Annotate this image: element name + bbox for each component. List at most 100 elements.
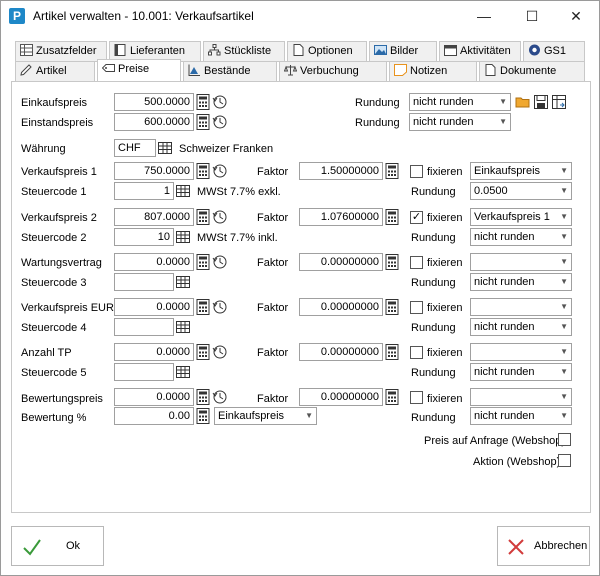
price-row-fixieren-checkbox[interactable]: ✓ (410, 211, 423, 224)
price-row-value-input[interactable]: 0.0000 (114, 343, 194, 361)
calculator-icon[interactable] (195, 93, 211, 111)
einkaufspreis-label: Einkaufspreis (21, 97, 88, 109)
einstandspreis-input[interactable]: 600.0000 (114, 113, 194, 131)
calculator-icon[interactable] (384, 253, 400, 271)
calculator-icon[interactable] (384, 208, 400, 226)
history-icon[interactable] (212, 343, 228, 361)
calculator-icon[interactable] (384, 162, 400, 180)
tab-notizen[interactable]: Notizen (389, 61, 477, 82)
steuercode-input[interactable]: 1 (114, 182, 174, 200)
price-row-fixieren-checkbox[interactable] (410, 256, 423, 269)
bewertungspreis-faktor-input[interactable]: 0.00000000 (299, 388, 383, 406)
price-row-value-input[interactable]: 0.0000 (114, 253, 194, 271)
history-icon[interactable] (212, 388, 228, 406)
ok-button[interactable]: Ok (11, 526, 104, 566)
lookup-table-icon[interactable] (175, 228, 191, 246)
price-row-fix-ref-select[interactable]: Verkaufspreis 1 ▼ (470, 208, 572, 226)
calculator-icon[interactable] (384, 388, 400, 406)
price-row-fixieren-checkbox[interactable] (410, 346, 423, 359)
price-row-fixieren-checkbox[interactable] (410, 165, 423, 178)
history-icon[interactable] (212, 162, 228, 180)
history-icon[interactable] (212, 208, 228, 226)
tab-artikel[interactable]: Artikel (15, 61, 95, 82)
tab-bilder[interactable]: Bilder (369, 41, 437, 62)
maximize-button[interactable]: ☐ (509, 1, 555, 31)
price-row-rundung-select[interactable]: nicht runden ▼ (470, 273, 572, 291)
lookup-table-icon[interactable] (157, 139, 173, 157)
steuercode-input[interactable] (114, 273, 174, 291)
calculator-icon[interactable] (195, 407, 211, 425)
price-row-fix-ref-select[interactable]: Einkaufspreis ▼ (470, 162, 572, 180)
calculator-icon[interactable] (195, 388, 211, 406)
tab-bestaende[interactable]: Bestände (183, 61, 277, 82)
save-icon[interactable] (533, 93, 549, 111)
bewertung-basis-select[interactable]: Einkaufspreis ▼ (214, 407, 317, 425)
waehrung-input[interactable]: CHF (114, 139, 156, 157)
chevron-down-icon: ▼ (560, 212, 568, 221)
history-icon[interactable] (212, 93, 228, 111)
price-row-faktor-input[interactable]: 0.00000000 (299, 253, 383, 271)
tab-gs1[interactable]: GS1 (523, 41, 585, 62)
price-row-rundung-select[interactable]: nicht runden ▼ (470, 228, 572, 246)
tab-optionen[interactable]: Optionen (287, 41, 367, 62)
price-row-fix-ref-select[interactable]: ▼ (470, 343, 572, 361)
steuercode-input[interactable] (114, 363, 174, 381)
tab-verbuchung[interactable]: Verbuchung (279, 61, 387, 82)
bewertung-rundung-select[interactable]: nicht runden ▼ (470, 407, 572, 425)
history-icon[interactable] (212, 113, 228, 131)
price-row-rundung-select[interactable]: nicht runden ▼ (470, 363, 572, 381)
scale-icon (284, 65, 297, 76)
price-row-value-input[interactable]: 750.0000 (114, 162, 194, 180)
price-row-fix-ref-select[interactable]: ▼ (470, 298, 572, 316)
price-row-faktor-input[interactable]: 0.00000000 (299, 298, 383, 316)
chevron-down-icon: ▼ (499, 117, 507, 126)
calculator-icon[interactable] (195, 253, 211, 271)
calculator-icon[interactable] (195, 208, 211, 226)
lookup-table-icon[interactable] (175, 363, 191, 381)
bewertungspreis-fixieren-checkbox[interactable] (410, 391, 423, 404)
history-icon[interactable] (212, 298, 228, 316)
price-row-faktor-input[interactable]: 1.50000000 (299, 162, 383, 180)
chevron-down-icon: ▼ (560, 257, 568, 266)
calculator-icon[interactable] (195, 162, 211, 180)
calculator-icon[interactable] (384, 343, 400, 361)
steuercode-input[interactable] (114, 318, 174, 336)
price-row-value-input[interactable]: 807.0000 (114, 208, 194, 226)
tab-zusatzfelder[interactable]: Zusatzfelder (15, 41, 107, 62)
bewertung-pct-input[interactable]: 0.00 (114, 407, 194, 425)
calculator-icon[interactable] (195, 298, 211, 316)
rundung-select-2[interactable]: nicht runden ▼ (409, 113, 511, 131)
lookup-table-icon[interactable] (175, 182, 191, 200)
price-row-faktor-input[interactable]: 0.00000000 (299, 343, 383, 361)
tab-dokumente[interactable]: Dokumente (479, 61, 585, 82)
steuercode-input[interactable]: 10 (114, 228, 174, 246)
calculator-icon[interactable] (195, 113, 211, 131)
bewertungspreis-fix-ref-select[interactable]: ▼ (470, 388, 572, 406)
table-export-icon[interactable] (551, 93, 567, 111)
calculator-icon[interactable] (384, 298, 400, 316)
price-row-rundung-select[interactable]: nicht runden ▼ (470, 318, 572, 336)
price-row-rundung-select[interactable]: 0.0500 ▼ (470, 182, 572, 200)
history-icon[interactable] (212, 253, 228, 271)
price-row-fixieren-checkbox[interactable] (410, 301, 423, 314)
price-row-value-input[interactable]: 0.0000 (114, 298, 194, 316)
lookup-table-icon[interactable] (175, 273, 191, 291)
lookup-table-icon[interactable] (175, 318, 191, 336)
rundung-select-1[interactable]: nicht runden ▼ (409, 93, 511, 111)
ok-label: Ok (66, 540, 81, 552)
tab-stueckliste[interactable]: Stückliste (203, 41, 285, 62)
chevron-down-icon: ▼ (560, 411, 568, 420)
folder-open-icon[interactable] (515, 93, 531, 111)
cancel-button[interactable]: Abbrechen (497, 526, 590, 566)
minimize-button[interactable]: — (461, 1, 507, 31)
tab-preise[interactable]: Preise (97, 59, 181, 82)
price-row-fix-ref-select[interactable]: ▼ (470, 253, 572, 271)
calculator-icon[interactable] (195, 343, 211, 361)
preis-auf-anfrage-checkbox[interactable] (558, 433, 571, 446)
tab-aktivitaeten[interactable]: Aktivitäten (439, 41, 521, 62)
close-button[interactable]: ✕ (553, 1, 599, 31)
aktion-checkbox[interactable] (558, 454, 571, 467)
bewertungspreis-input[interactable]: 0.0000 (114, 388, 194, 406)
price-row-faktor-input[interactable]: 1.07600000 (299, 208, 383, 226)
einkaufspreis-input[interactable]: 500.0000 (114, 93, 194, 111)
